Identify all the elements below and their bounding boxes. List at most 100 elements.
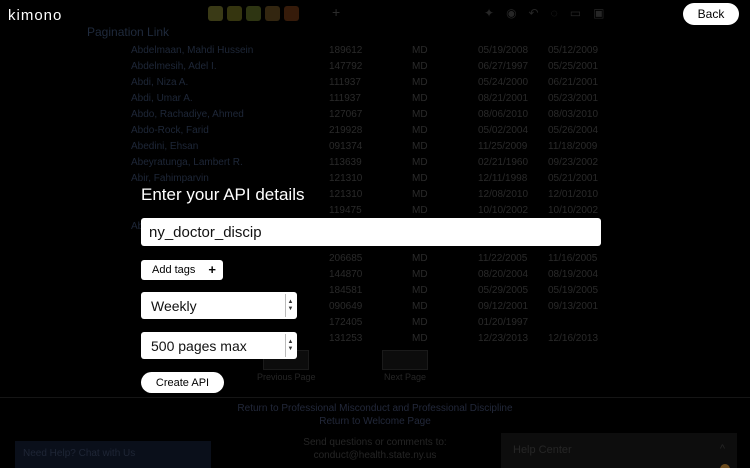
background-footer-link-1: Return to Professional Misconduct and Pr… — [237, 403, 513, 414]
background-table-cell: MD — [412, 269, 428, 280]
background-table-row: 090649 MD 09/12/2001 09/13/2001 — [0, 301, 750, 317]
background-table-cell: MD — [412, 141, 428, 152]
background-table-cell: 05/12/2009 — [548, 45, 599, 56]
background-table-cell: 02/21/1960 — [478, 157, 529, 168]
background-toolbar-icon: ▣ — [593, 6, 605, 20]
background-swatch-icon — [227, 6, 242, 21]
background-table-row: Abdi, Niza A. 111937 MD 05/24/2000 06/21/200… — [0, 77, 750, 93]
background-table-cell: MD — [412, 301, 428, 312]
background-table-cell: 144870 — [329, 269, 363, 280]
background-table-cell: MD — [412, 157, 428, 168]
background-table-cell: 05/19/2005 — [548, 285, 599, 296]
add-tags-button[interactable]: Add tags + — [141, 260, 223, 280]
background-table-cell: MD — [412, 189, 428, 200]
background-table-cell: 090649 — [329, 301, 363, 312]
background-table-cell: 206685 — [329, 253, 363, 264]
background-table-cell: 172405 — [329, 317, 363, 328]
create-api-button[interactable]: Create API — [141, 372, 224, 393]
background-table-cell: 08/19/2004 — [548, 269, 599, 280]
background-table-cell: 184581 — [329, 285, 363, 296]
background-swatch-icon — [284, 6, 299, 21]
background-table-cell: 131253 — [329, 333, 363, 344]
add-tags-label: Add tags — [152, 264, 196, 276]
background-table-cell: 12/23/2013 — [478, 333, 529, 344]
background-table-cell: 12/11/1998 — [478, 173, 528, 184]
background-table-cell: 08/06/2010 — [478, 109, 529, 120]
corner-avatar-icon — [720, 464, 730, 468]
background-swatch-icon — [246, 6, 261, 21]
background-table-row: Abir, Fahimparvin 121310 MD 12/11/1998 05/21… — [0, 173, 750, 189]
background-table-cell: 12/08/2010 — [478, 189, 529, 200]
background-table-cell: Abdi, Niza A. — [131, 77, 189, 88]
background-table-cell: 08/03/2010 — [548, 109, 599, 120]
background-table-cell: MD — [412, 333, 428, 344]
background-table-cell: Abdi, Umar A. — [131, 93, 193, 104]
background-table-cell: 09/23/2002 — [548, 157, 599, 168]
background-table-cell: Abdo-Rock, Farid — [131, 125, 209, 136]
background-table-cell: 119475 — [329, 205, 362, 216]
back-button[interactable]: Back — [683, 3, 739, 25]
background-table-cell: 189612 — [329, 45, 363, 56]
background-table-cell: Abeyratunga, Lambert R. — [131, 157, 243, 168]
background-swatch-icon — [208, 6, 223, 21]
background-table-row: Abdelmesih, Adel I. 147792 MD 06/27/1997 05/… — [0, 61, 750, 77]
kimono-logo: kimono — [8, 7, 63, 24]
background-table-row: 172405 MD 01/20/1997 — [0, 317, 750, 333]
background-table-cell: MD — [412, 173, 428, 184]
background-next-label: Next Page — [383, 372, 427, 382]
background-table-cell: MD — [412, 125, 428, 136]
background-table-row: Abdi, Umar A. 111937 MD 08/21/2001 05/23/200… — [0, 93, 750, 109]
background-table-row: 184581 MD 05/29/2005 05/19/2005 — [0, 285, 750, 301]
background-table-row: 131253 MD 12/23/2013 12/16/2013 — [0, 333, 750, 349]
background-table-cell: 05/02/2004 — [478, 125, 529, 136]
pages-limit-select[interactable]: 500 pages max ▲ ▼ — [141, 332, 297, 359]
background-table-cell: 05/24/2000 — [478, 77, 529, 88]
background-plus-icon: + — [332, 4, 341, 20]
background-table-cell: 05/21/2001 — [548, 173, 599, 184]
background-table-cell: Abdelmaan, Mahdi Hussein — [131, 45, 254, 56]
background-table-cell: Abdelmesih, Adel I. — [131, 61, 217, 72]
background-table-cell: 08/21/2001 — [478, 93, 529, 104]
select-arrows-icon: ▲ ▼ — [285, 334, 295, 357]
pages-limit-selected-value: 500 pages max — [151, 337, 247, 354]
background-table-cell: 113639 — [329, 157, 362, 168]
background-footer-link-2: Return to Welcome Page — [319, 416, 431, 427]
background-table-cell: 09/12/2001 — [478, 301, 529, 312]
background-toolbar-icon: ✦ — [484, 6, 495, 20]
background-divider — [0, 397, 750, 398]
background-table-cell: 11/25/2009 — [478, 141, 528, 152]
background-toolbar-icons: ✦ ◉ ↶ ◌ ▭ ▣ — [484, 6, 604, 20]
background-table-cell: 08/20/2004 — [478, 269, 529, 280]
plus-icon: + — [208, 262, 216, 277]
background-table-cell: MD — [412, 109, 428, 120]
background-table-row: 206685 MD 11/22/2005 11/16/2005 — [0, 253, 750, 269]
background-table-cell: 10/10/2002 — [478, 205, 529, 216]
background-previous-label: Previous Page — [257, 372, 316, 382]
background-table-cell: MD — [412, 45, 428, 56]
background-table-cell: 121310 — [329, 173, 363, 184]
background-table-cell: 01/20/1997 — [478, 317, 529, 328]
background-toolbar-icon: ▭ — [569, 6, 582, 20]
background-table-row: Abeyratunga, Lambert R. 113639 MD 02/21/196… — [0, 157, 750, 173]
background-table-cell: 111937 — [329, 93, 361, 104]
api-details-heading: Enter your API details — [141, 185, 305, 204]
background-help-label: Help Center — [513, 444, 572, 456]
background-help-center: Help Center ^ — [501, 433, 737, 468]
background-table-row: Abdelmaan, Mahdi Hussein 189612 MD 05/19/20… — [0, 45, 750, 61]
background-table-cell: 06/21/2001 — [548, 77, 599, 88]
background-table-cell: 11/22/2005 — [478, 253, 528, 264]
background-table-cell: 05/26/2004 — [548, 125, 599, 136]
background-table-row: 144870 MD 08/20/2004 08/19/2004 — [0, 269, 750, 285]
background-table-cell: MD — [412, 61, 428, 72]
background-table-row: Abdo-Rock, Farid 219928 MD 05/02/2004 05/26/… — [0, 125, 750, 141]
frequency-selected-value: Weekly — [151, 297, 197, 314]
background-toolbar-swatches — [208, 6, 299, 22]
background-table-row: 121310 MD 12/08/2010 12/01/2010 — [0, 189, 750, 205]
api-name-input[interactable] — [141, 218, 601, 246]
background-table-cell: 12/01/2010 — [548, 189, 599, 200]
background-table-cell: 12/16/2013 — [548, 333, 599, 344]
background-table-cell: 111937 — [329, 77, 361, 88]
background-table-cell: MD — [412, 205, 428, 216]
background-table-title: Pagination Link — [87, 25, 170, 39]
frequency-select[interactable]: Weekly ▲ ▼ — [141, 292, 297, 319]
